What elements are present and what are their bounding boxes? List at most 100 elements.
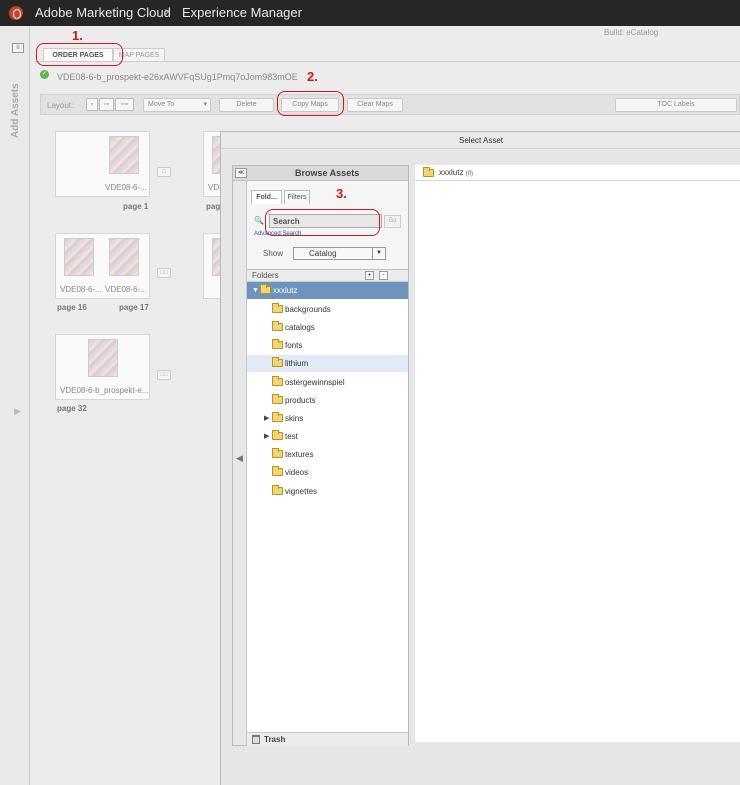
folder-icon	[423, 167, 434, 177]
browse-side-strip: ◀	[233, 181, 247, 745]
page-label: page 1	[123, 202, 149, 211]
page-thumbnail[interactable]	[109, 238, 139, 276]
trash-icon	[252, 735, 260, 744]
search-icon[interactable]: 🔍	[254, 216, 264, 225]
show-select-value: Catalog	[309, 249, 337, 258]
add-assets-label[interactable]: Add Assets	[10, 83, 21, 138]
current-folder-label: xxxlutz (0)	[439, 168, 473, 177]
adobe-logo-icon[interactable]	[9, 6, 23, 20]
page-thumbnail[interactable]	[64, 238, 94, 276]
chevron-down-icon: ▾	[203, 101, 207, 108]
annotation-2: 2.	[307, 69, 318, 84]
trash-label: Trash	[264, 735, 286, 744]
page-label: page 17	[119, 303, 149, 312]
spread-toggle[interactable]: □	[157, 167, 171, 177]
dialog-title: Select Asset	[221, 132, 740, 149]
layout-double-button[interactable]: ▫▫	[99, 98, 114, 111]
folder-row-lithium[interactable]: lithium	[247, 355, 408, 372]
folder-name: ostergewinnspiel	[285, 378, 345, 387]
page-label: page 32	[57, 404, 87, 413]
browse-assets-title: Browse Assets	[295, 168, 360, 178]
folder-icon	[272, 466, 283, 476]
collapse-panel-icon[interactable]: ≪	[235, 168, 247, 178]
current-folder-name: xxxlutz	[439, 168, 464, 177]
remove-folder-icon[interactable]: -	[379, 271, 388, 280]
folder-row-textures[interactable]: textures	[247, 446, 408, 463]
page-card[interactable]: VDE08-6-... VDE08-6-...	[55, 233, 150, 299]
collapse-sidebar-icon[interactable]: ≡	[12, 43, 24, 53]
tab-folders[interactable]: Fold...	[251, 190, 282, 204]
tab-filters[interactable]: Filters	[284, 190, 310, 204]
page-caption: VDE08-6-...	[105, 285, 147, 294]
page-thumbnail[interactable]	[109, 136, 139, 174]
toolbar: Layout: ▫ ▫▫ ▫▫▫ Move To ▾ Delete Copy M…	[40, 94, 740, 115]
folder-row-test[interactable]: ▶ test	[247, 428, 408, 445]
page-caption: VDE08-6-...	[105, 183, 147, 192]
page-card[interactable]: VDE08-6-...	[55, 131, 150, 197]
folder-icon	[272, 448, 283, 458]
folder-name: videos	[285, 468, 309, 477]
folder-icon	[272, 357, 283, 367]
add-folder-icon[interactable]: +	[365, 271, 374, 280]
page-card[interactable]: VDE08-6-b_prospekt-e...	[55, 334, 150, 400]
folder-icon	[272, 430, 283, 440]
catalog-filename: VDE08-6-b_prospekt-e26xAWVFqSUg1Pmq7oJom…	[57, 72, 298, 82]
folder-icon	[272, 339, 283, 349]
toc-labels-button[interactable]: TOC Labels	[615, 98, 737, 112]
folder-name: fonts	[285, 341, 303, 350]
folder-row-fonts[interactable]: fonts	[247, 337, 408, 354]
show-select[interactable]: Catalog ▼	[293, 247, 386, 260]
folder-icon	[272, 303, 283, 313]
section-title[interactable]: Experience Manager	[182, 5, 302, 20]
app-title[interactable]: Adobe Marketing Cloud	[35, 5, 171, 20]
annotation-ring-1	[36, 43, 123, 66]
folder-name: backgrounds	[285, 305, 331, 314]
folders-header: Folders + -	[247, 270, 408, 282]
folder-name: skins	[285, 414, 304, 423]
folder-name: lithium	[285, 359, 309, 368]
folder-row-skins[interactable]: ▶ skins	[247, 410, 408, 427]
folder-row-ostergewinnspiel[interactable]: ostergewinnspiel	[247, 374, 408, 391]
go-button[interactable]: Go	[384, 215, 401, 228]
page-caption: VDE08-6-...	[60, 285, 102, 294]
move-to-label: Move To	[148, 101, 175, 108]
delete-button[interactable]: Delete	[219, 98, 274, 112]
collapse-arrow-icon[interactable]: ◀	[236, 453, 243, 464]
spread-toggle[interactable]: □□	[157, 268, 171, 278]
asset-path-header: xxxlutz (0)	[415, 165, 740, 181]
folder-icon	[272, 394, 283, 404]
layout-label: Layout:	[47, 101, 74, 110]
expand-right-icon[interactable]: ▶	[264, 410, 269, 427]
clear-maps-button[interactable]: Clear Maps	[347, 98, 403, 112]
layout-triple-button[interactable]: ▫▫▫	[115, 98, 134, 111]
asset-content-panel[interactable]: xxxlutz (0)	[415, 165, 740, 742]
browse-header: ≪ Browse Assets	[233, 166, 408, 181]
folder-tree: Folders + - ▼ xxxlutz backgrounds catalo…	[247, 269, 408, 732]
layout-single-button[interactable]: ▫	[86, 98, 98, 111]
status-ok-icon: ✓	[40, 70, 49, 79]
spread-toggle[interactable]: □□	[157, 370, 171, 380]
folders-header-label: Folders	[252, 271, 279, 280]
folder-row-vignettes[interactable]: vignettes	[247, 483, 408, 500]
folder-name: products	[285, 396, 316, 405]
chevron-down-icon: ▼	[372, 248, 385, 259]
page-thumbnail[interactable]	[88, 339, 118, 377]
expand-arrow-icon[interactable]: ▶	[14, 406, 21, 417]
folder-row-backgrounds[interactable]: backgrounds	[247, 301, 408, 318]
folder-row-products[interactable]: products	[247, 392, 408, 409]
expand-down-icon[interactable]: ▼	[252, 282, 259, 299]
annotation-3: 3.	[336, 186, 347, 201]
build-label: Build: eCatalog	[604, 28, 659, 37]
folder-icon	[260, 284, 271, 294]
folder-row-xxxlutz[interactable]: ▼ xxxlutz	[247, 282, 408, 299]
breadcrumb-chevron-icon: ›	[164, 3, 169, 20]
current-folder-count: (0)	[465, 171, 474, 177]
annotation-ring-2	[277, 91, 344, 116]
move-to-select[interactable]: Move To ▾	[143, 98, 211, 112]
trash-row[interactable]: Trash	[247, 732, 408, 746]
expand-right-icon[interactable]: ▶	[264, 428, 269, 445]
folder-name: textures	[285, 450, 314, 459]
folder-row-videos[interactable]: videos	[247, 464, 408, 481]
browse-assets-panel: ≪ Browse Assets ◀ Fold... Filters 🔍 Sear…	[232, 165, 409, 746]
folder-row-catalogs[interactable]: catalogs	[247, 319, 408, 336]
